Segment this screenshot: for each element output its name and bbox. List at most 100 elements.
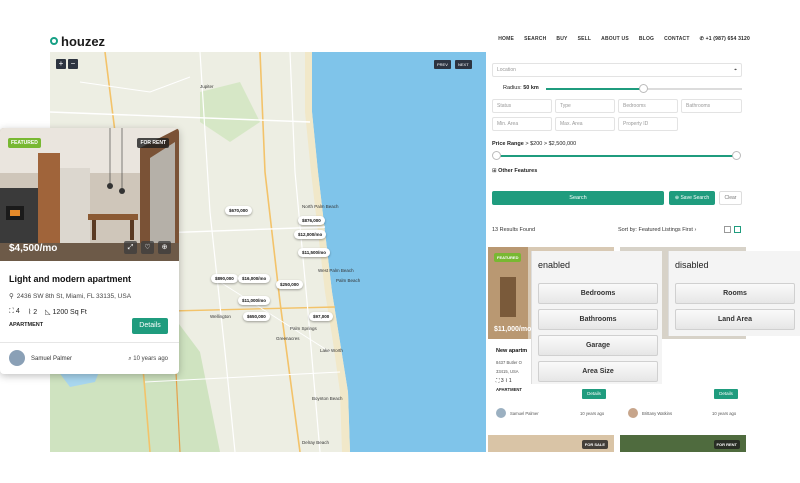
compare-icon[interactable]: ⊕ — [158, 241, 171, 254]
status-badge: FOR RENT — [137, 138, 169, 148]
place-label: Lake Worth — [320, 348, 343, 353]
map-pin-icon: ⚲ — [9, 293, 14, 300]
price-min-handle[interactable] — [492, 151, 501, 160]
price-pin[interactable]: $876,000 — [298, 216, 325, 225]
property-type: APARTMENT — [9, 322, 44, 328]
details-button[interactable]: Details — [582, 389, 606, 399]
sort-label: Sort by: — [618, 227, 637, 233]
baths-feature: ⌇ 2 — [28, 308, 37, 316]
price-pin[interactable]: $250,000 — [276, 280, 303, 289]
agent-name[interactable]: Samuel Palmer — [510, 411, 539, 416]
agent-avatar[interactable] — [628, 408, 638, 418]
beds-feature: ⛶ 4 — [9, 308, 20, 316]
divider — [0, 342, 179, 343]
agent-name[interactable]: Samuel Palmer — [31, 356, 72, 362]
map-prev-button[interactable]: PREV — [434, 60, 451, 69]
place-label: Palm Springs — [290, 326, 317, 331]
listing-image[interactable]: FOR SALE — [488, 435, 614, 452]
save-search-button[interactable]: ⊕ Save Search — [669, 191, 715, 205]
featured-badge: FEATURED — [494, 253, 522, 262]
price-pin[interactable]: $650,000 — [243, 312, 270, 321]
property-id-input[interactable]: Property ID — [618, 117, 678, 131]
bedrooms-select[interactable]: Bedrooms — [618, 99, 678, 113]
enabled-bathrooms-button[interactable]: Bathrooms — [538, 309, 658, 330]
disabled-rooms-button[interactable]: Rooms — [675, 283, 795, 304]
property-price: $4,500/mo — [9, 243, 58, 254]
details-button[interactable]: Details — [714, 389, 738, 399]
price-pin[interactable]: $11,000/mo — [238, 296, 271, 305]
price-pin[interactable]: $12,000/mo — [294, 230, 327, 239]
bathrooms-select[interactable]: Bathrooms — [681, 99, 742, 113]
price-pin[interactable]: $890,000 — [211, 274, 238, 283]
price-pin[interactable]: $97,000 — [309, 312, 334, 321]
place-label: Palm Beach — [336, 278, 361, 283]
zoom-in-button[interactable]: + — [56, 59, 66, 69]
expand-icon[interactable]: ⤢ — [124, 241, 137, 254]
clear-button[interactable]: Clear — [719, 191, 742, 205]
listing-age: ⌕ 10 years ago — [128, 356, 168, 363]
agent-avatar[interactable] — [496, 408, 506, 418]
location-placeholder: Location — [497, 67, 516, 73]
nav-about[interactable]: ABOUT US — [601, 36, 629, 42]
site-header: houzez HOME SEARCH BUY SELL ABOUT US BLO… — [50, 31, 750, 51]
agent-avatar[interactable] — [9, 350, 25, 366]
locate-icon[interactable]: ⌖ — [734, 64, 737, 76]
radius-label-text: Radius: — [503, 85, 522, 91]
price-pin[interactable]: $16,000/mo — [238, 274, 271, 283]
chevron-right-icon: › — [694, 227, 697, 233]
other-features-toggle[interactable]: ⊞ Other Features — [492, 168, 537, 174]
agent-name[interactable]: Brittany Watkins — [642, 411, 672, 416]
logo-icon — [50, 37, 58, 45]
nav-home[interactable]: HOME — [498, 36, 514, 42]
price-pin[interactable]: $11,500/mo — [298, 248, 331, 257]
price-pin[interactable]: $670,000 — [225, 206, 252, 215]
search-button[interactable]: Search — [492, 191, 664, 205]
nav-contact[interactable]: CONTACT — [664, 36, 689, 42]
listing-title[interactable]: New apartm — [496, 348, 527, 354]
radius-slider-handle[interactable] — [639, 84, 648, 93]
enabled-garage-button[interactable]: Garage — [538, 335, 658, 356]
nav-sell[interactable]: SELL — [578, 36, 592, 42]
zoom-out-button[interactable]: − — [68, 59, 78, 69]
type-select[interactable]: Type — [555, 99, 615, 113]
listing-beds: 3 — [500, 378, 504, 384]
nav-search[interactable]: SEARCH — [524, 36, 546, 42]
enabled-features-panel: enabled Bedrooms Bathrooms Garage Area S… — [531, 251, 662, 384]
enabled-bedrooms-button[interactable]: Bedrooms — [538, 283, 658, 304]
listing-image[interactable]: FOR RENT — [620, 435, 746, 452]
nav-blog[interactable]: BLOG — [639, 36, 654, 42]
results-count: 13 Results Found — [492, 227, 536, 233]
logo[interactable]: houzez — [50, 34, 105, 49]
place-label: North Palm Beach — [302, 204, 339, 209]
list-view-icon[interactable] — [734, 226, 741, 233]
status-badge: FOR SALE — [581, 440, 608, 449]
price-slider[interactable] — [496, 155, 738, 157]
property-title[interactable]: Light and modern apartment — [9, 274, 131, 284]
phone-link[interactable]: ✆ +1 (987) 654 3120 — [700, 36, 750, 42]
sort-control[interactable]: Sort by: Featured Listings First › — [618, 227, 696, 233]
save-search-label: Save Search — [680, 195, 710, 201]
location-input[interactable]: Location ⌖ — [492, 63, 742, 77]
map-next-button[interactable]: NEXT — [455, 60, 472, 69]
disabled-land-area-button[interactable]: Land Area — [675, 309, 795, 330]
grid-view-icon[interactable] — [724, 226, 731, 233]
price-max: $2,500,000 — [548, 141, 577, 147]
price-range-label: Price Range > $200 > $2,500,000 — [492, 141, 577, 147]
details-button[interactable]: Details — [132, 318, 168, 334]
property-features: ⛶ 4 ⌇ 2 ◺ 1200 Sq Ft — [9, 308, 87, 316]
status-select[interactable]: Status — [492, 99, 552, 113]
listing-age-text: 10 years ago — [133, 356, 168, 362]
enabled-area-size-button[interactable]: Area Size — [538, 361, 658, 382]
featured-property-card[interactable]: FEATURED FOR RENT $4,500/mo ⤢ ♡ ⊕ Light … — [0, 128, 179, 374]
min-area-input[interactable]: Min. Area — [492, 117, 552, 131]
max-area-input[interactable]: Max. Area — [555, 117, 615, 131]
listing-address: 8437 Butler O — [496, 360, 522, 365]
listing-price: $11,000/mo — [494, 326, 532, 333]
property-image[interactable]: FEATURED FOR RENT $4,500/mo ⤢ ♡ ⊕ — [0, 128, 179, 261]
price-range-title: Price Range — [492, 141, 524, 147]
favorite-icon[interactable]: ♡ — [141, 241, 154, 254]
nav-buy[interactable]: BUY — [556, 36, 567, 42]
page: houzez HOME SEARCH BUY SELL ABOUT US BLO… — [0, 0, 800, 483]
price-max-handle[interactable] — [732, 151, 741, 160]
place-label: Boynton Beach — [312, 396, 343, 401]
